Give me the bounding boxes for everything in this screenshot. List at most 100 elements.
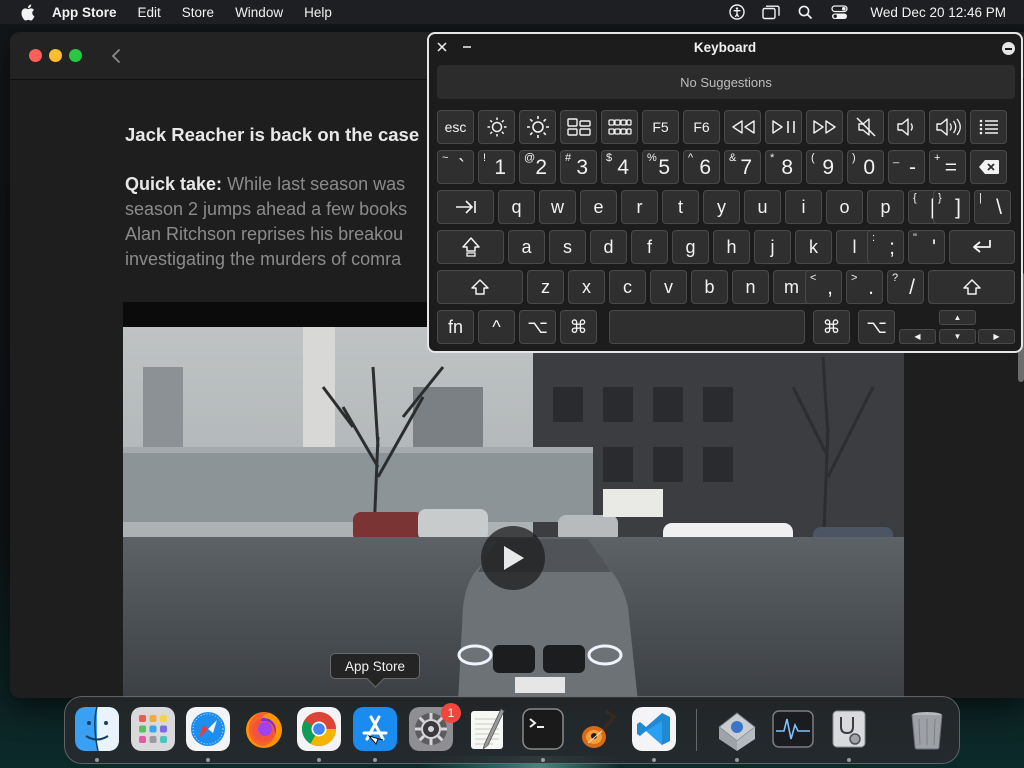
key-left-option[interactable]: ⌥ (519, 310, 556, 344)
key-f5[interactable]: F5 (642, 110, 679, 144)
key-o[interactable]: o (826, 190, 863, 224)
key-minus[interactable]: _ - (888, 150, 925, 184)
key-right-bracket[interactable]: }] (933, 190, 970, 224)
key-slash[interactable]: ? / (887, 270, 924, 304)
key-6[interactable]: ^ 6 (683, 150, 720, 184)
key-space[interactable] (609, 310, 805, 344)
key-9[interactable]: (9 (806, 150, 843, 184)
dock-app-store-icon[interactable] (353, 707, 397, 751)
key-right-command[interactable]: ⌘ (813, 310, 850, 344)
dock-terminal-icon[interactable] (521, 707, 565, 751)
key-x[interactable]: x (568, 270, 605, 304)
key-list[interactable] (970, 110, 1007, 144)
key-rewind[interactable] (724, 110, 761, 144)
window-switcher-icon[interactable] (762, 3, 781, 21)
key-delete[interactable] (970, 150, 1007, 184)
window-close-button[interactable] (29, 49, 42, 62)
key-mute[interactable] (847, 110, 884, 144)
menu-help[interactable]: Help (304, 5, 332, 20)
dock-disk-utility-icon[interactable] (827, 707, 871, 751)
key-backtick[interactable]: ~ ` (437, 150, 474, 184)
key-esc[interactable]: esc (437, 110, 474, 144)
key-right-option[interactable]: ⌥ (858, 310, 895, 344)
key-r[interactable]: r (621, 190, 658, 224)
key-a[interactable]: a (508, 230, 545, 264)
key-s[interactable]: s (549, 230, 586, 264)
dock-migration-assistant-icon[interactable] (715, 707, 759, 751)
key-b[interactable]: b (691, 270, 728, 304)
key-arrow-right[interactable]: ▶ (978, 329, 1015, 344)
key-semicolon[interactable]: :; (867, 230, 904, 264)
accessibility-icon[interactable] (728, 3, 746, 21)
menu-bar-clock[interactable]: Wed Dec 20 12:46 PM (870, 5, 1006, 20)
key-launchpad[interactable] (601, 110, 638, 144)
key-w[interactable]: w (539, 190, 576, 224)
key-f[interactable]: f (631, 230, 668, 264)
window-minimize-button[interactable] (49, 49, 62, 62)
key-e[interactable]: e (580, 190, 617, 224)
key-control[interactable]: ^ (478, 310, 515, 344)
key-quote[interactable]: " ' (908, 230, 945, 264)
key-g[interactable]: g (672, 230, 709, 264)
trailer-video[interactable] (123, 302, 904, 698)
key-h[interactable]: h (713, 230, 750, 264)
spotlight-search-icon[interactable] (796, 3, 814, 21)
key-play-pause[interactable] (765, 110, 802, 144)
menu-edit[interactable]: Edit (138, 5, 161, 20)
key-q[interactable]: q (498, 190, 535, 224)
key-arrow-left[interactable]: ◀ (899, 329, 936, 344)
key-8[interactable]: * 8 (765, 150, 802, 184)
key-k[interactable]: k (795, 230, 832, 264)
key-return[interactable] (949, 230, 1015, 264)
key-arrow-down[interactable]: ▼ (939, 329, 976, 344)
menu-store[interactable]: Store (182, 5, 214, 20)
dock-firefox-icon[interactable] (242, 707, 286, 751)
key-t[interactable]: t (662, 190, 699, 224)
dock-trash-icon[interactable] (905, 707, 949, 751)
key-0[interactable]: ) 0 (847, 150, 884, 184)
dock-safari-icon[interactable] (186, 707, 230, 751)
key-fn[interactable]: fn (437, 310, 474, 344)
key-equals[interactable]: + = (929, 150, 966, 184)
key-left-shift[interactable] (437, 270, 523, 304)
key-volume-down[interactable] (888, 110, 925, 144)
key-7[interactable]: & 7 (724, 150, 761, 184)
window-zoom-button[interactable] (69, 49, 82, 62)
dock-launchpad-icon[interactable] (131, 707, 175, 751)
key-caps-lock[interactable] (437, 230, 504, 264)
key-volume-up[interactable] (929, 110, 966, 144)
key-2[interactable]: @2 (519, 150, 556, 184)
key-3[interactable]: #3 (560, 150, 597, 184)
key-i[interactable]: i (785, 190, 822, 224)
dock-activity-monitor-icon[interactable] (771, 707, 815, 751)
key-mission-control[interactable] (560, 110, 597, 144)
key-c[interactable]: c (609, 270, 646, 304)
key-brightness-up[interactable] (519, 110, 556, 144)
dock-garageband-icon[interactable] (576, 707, 620, 751)
key-v[interactable]: v (650, 270, 687, 304)
key-brightness-down[interactable] (478, 110, 515, 144)
key-right-shift[interactable] (928, 270, 1015, 304)
key-backslash[interactable]: | \ (974, 190, 1011, 224)
key-period[interactable]: >. (846, 270, 883, 304)
key-1[interactable]: ! 1 (478, 150, 515, 184)
dock-vscode-icon[interactable] (632, 707, 676, 751)
dock-finder-icon[interactable] (75, 707, 119, 751)
key-z[interactable]: z (527, 270, 564, 304)
key-arrow-up[interactable]: ▲ (939, 310, 976, 325)
keyboard-options-button[interactable] (1002, 42, 1015, 55)
menu-app-name[interactable]: App Store (52, 5, 117, 20)
key-fast-forward[interactable] (806, 110, 843, 144)
video-play-button[interactable] (481, 526, 545, 590)
back-button[interactable] (104, 44, 128, 68)
key-n[interactable]: n (732, 270, 769, 304)
dock-chrome-icon[interactable] (297, 707, 341, 751)
key-5[interactable]: % 5 (642, 150, 679, 184)
menu-window[interactable]: Window (235, 5, 283, 20)
key-tab[interactable] (437, 190, 494, 224)
key-4[interactable]: $4 (601, 150, 638, 184)
control-center-icon[interactable] (830, 3, 848, 21)
key-d[interactable]: d (590, 230, 627, 264)
key-p[interactable]: p (867, 190, 904, 224)
apple-menu-icon[interactable] (18, 3, 36, 21)
